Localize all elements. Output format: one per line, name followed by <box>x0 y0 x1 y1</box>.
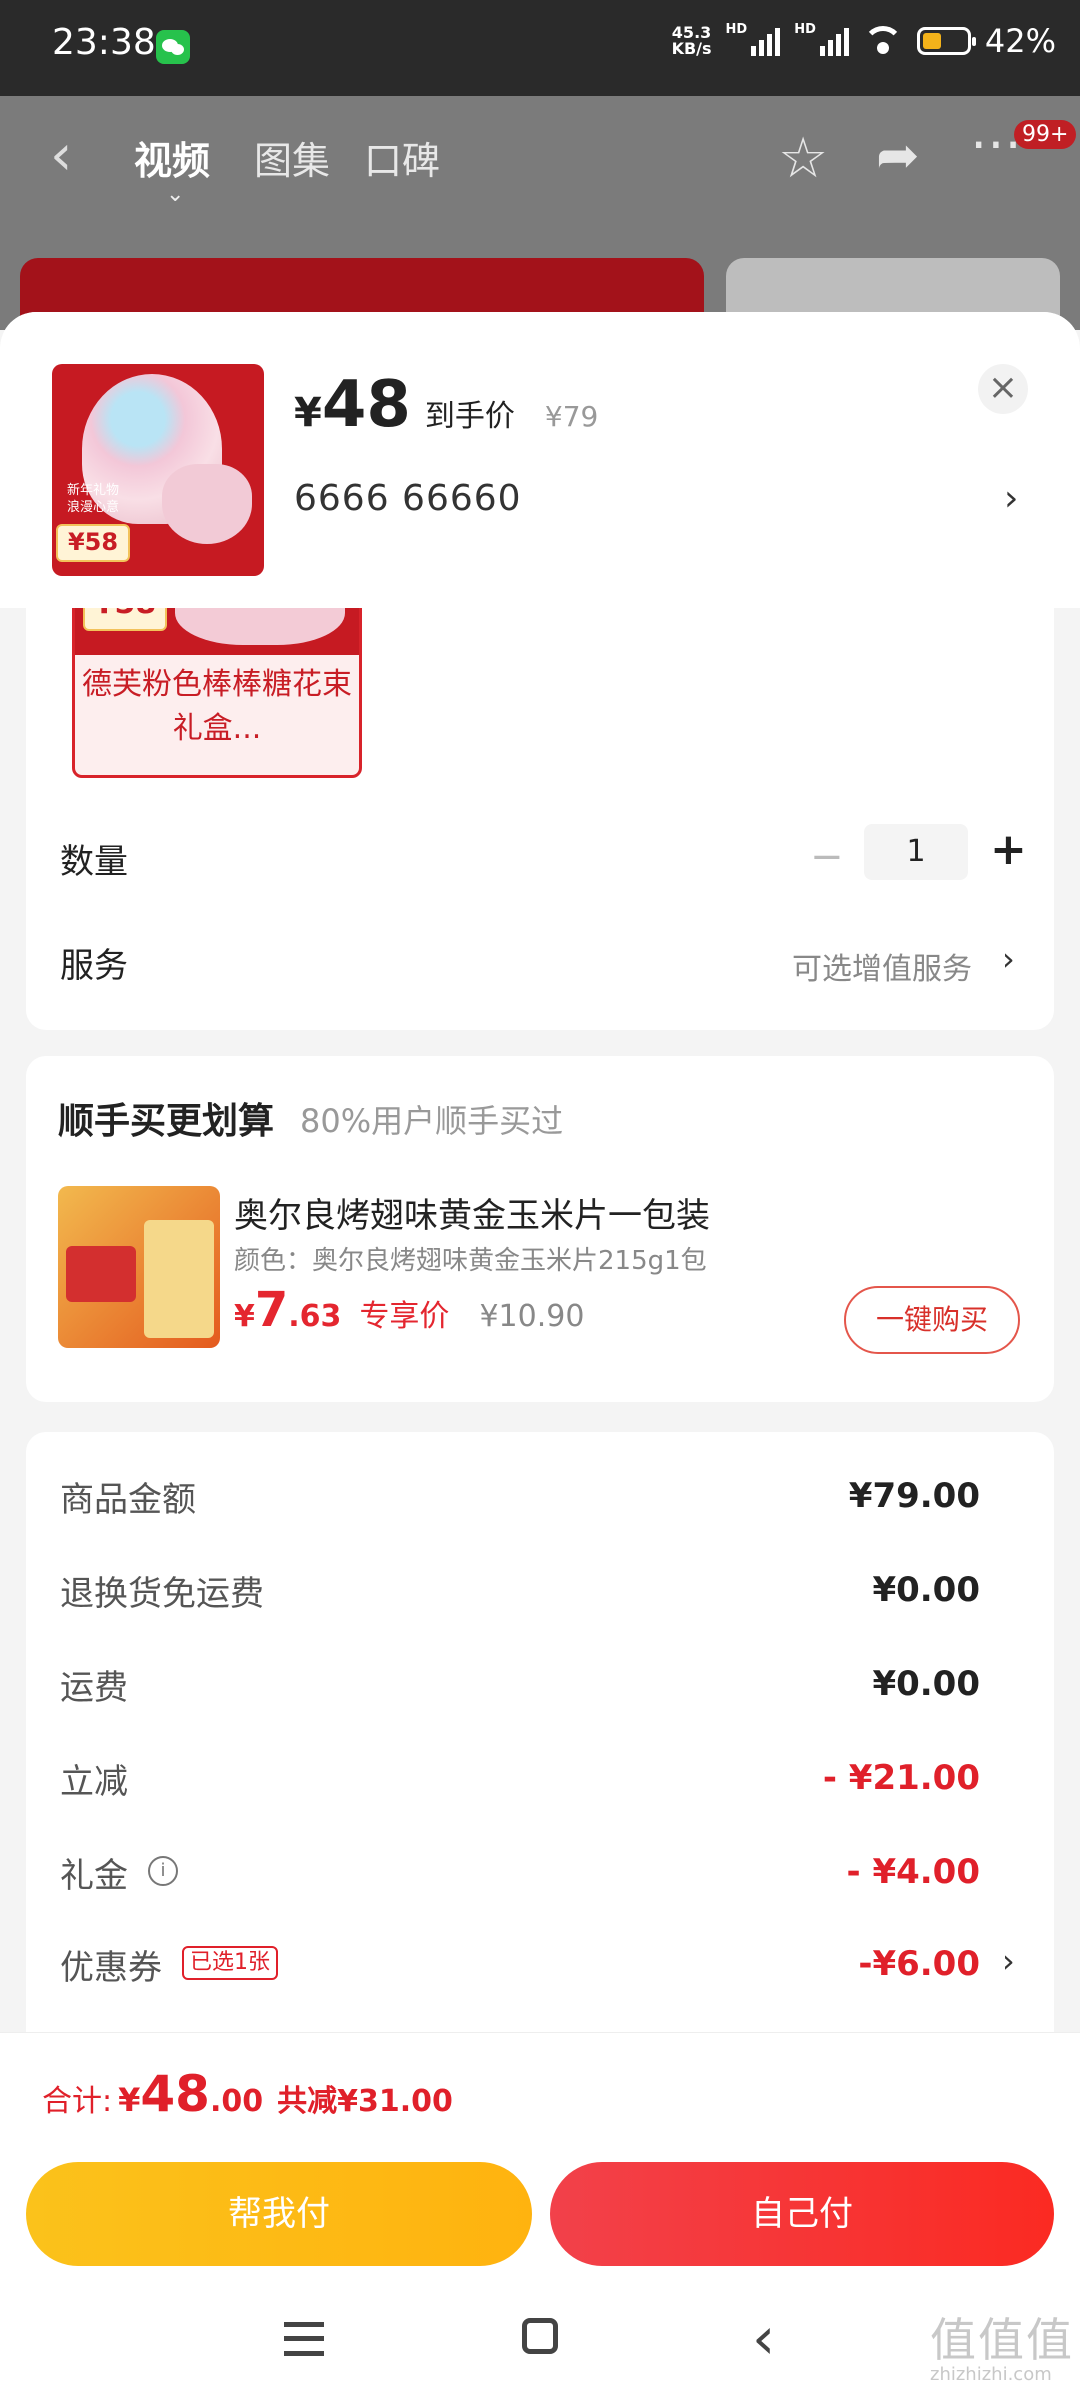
background-app: 23:38 45.3 KB/s HD HD 42% ‹ 视频 ⌄ 图集 口碑 ☆… <box>0 0 1080 348</box>
summary-row-instant-discount: 立减 - ¥21.00 <box>26 1754 1054 1814</box>
summary-value: ¥79.00 <box>848 1476 980 1516</box>
total-currency: ¥ <box>118 2081 141 2119</box>
bundle-price-dec: .63 <box>288 1299 342 1334</box>
bundle-subtitle: 80%用户顺手买过 <box>300 1102 564 1140</box>
summary-row-shipping: 运费 ¥0.00 <box>26 1660 1054 1720</box>
original-price: ¥79 <box>544 400 599 433</box>
battery-percent: 42% <box>984 22 1056 60</box>
summary-label: 优惠券 <box>60 1948 162 1988</box>
net-speed-unit: KB/s <box>671 39 712 58</box>
system-nav-bar: ‹ 值值值 zhizhizhi.com <box>0 2290 1080 2400</box>
final-price: 48 <box>321 368 411 442</box>
hd-label: HD <box>725 22 748 37</box>
signal-icon-2 <box>819 26 849 56</box>
hd-label-2: HD <box>794 22 816 37</box>
quantity-plus-button[interactable]: + <box>990 824 1027 875</box>
quantity-minus-button[interactable]: − <box>810 834 844 880</box>
summary-value: -¥6.00 <box>858 1944 980 1984</box>
service-value[interactable]: 可选增值服务 <box>792 944 972 988</box>
wechat-icon <box>156 30 190 64</box>
bundle-product-color: 颜色：奥尔良烤翅味黄金玉米片215g1包 <box>234 1246 707 1276</box>
summary-row-coupon[interactable]: 优惠券 已选1张 -¥6.00 › <box>26 1940 1054 2000</box>
total-line: 合计: ¥ 48 .00 共减¥31.00 <box>42 2065 453 2123</box>
summary-label: 运费 <box>60 1668 128 1708</box>
service-label: 服务 <box>60 946 128 986</box>
summary-row-gift-money: 礼金 i - ¥4.00 <box>26 1848 1054 1908</box>
summary-row-return-shipping: 退换货免运费 ¥0.00 <box>26 1566 1054 1626</box>
tab-reviews[interactable]: 口碑 <box>364 130 440 185</box>
bundle-price-int: 7 <box>254 1282 289 1338</box>
quantity-input[interactable]: 1 <box>864 824 968 880</box>
thumb-tag: 新年礼物 浪漫心意 <box>66 483 119 515</box>
star-icon[interactable]: ☆ <box>778 126 828 191</box>
total-dec: .00 <box>209 2084 264 2119</box>
wifi-icon <box>862 26 903 56</box>
back-icon[interactable]: ‹ <box>752 2304 775 2372</box>
status-bar: 23:38 45.3 KB/s HD HD 42% <box>0 0 1080 96</box>
battery-fill <box>922 33 941 49</box>
total-saved: 共减¥31.00 <box>277 2084 453 2119</box>
chevron-right-icon[interactable]: › <box>1002 1942 1015 1980</box>
summary-label: 礼金 <box>60 1856 128 1896</box>
variant-name: 德芙粉色棒棒糖花束 礼盒... <box>82 667 352 746</box>
signal-icon <box>751 26 781 56</box>
heart-box-image <box>162 464 252 544</box>
pay-for-me-button[interactable]: 帮我付 <box>26 2162 532 2266</box>
summary-value: - ¥21.00 <box>822 1758 980 1798</box>
menu-icon[interactable] <box>284 2322 324 2356</box>
bundle-product-name[interactable]: 奥尔良烤翅味黄金玉米片一包装 <box>234 1188 710 1237</box>
status-time: 23:38 <box>52 22 156 63</box>
summary-value: ¥0.00 <box>872 1664 980 1704</box>
price-currency: ¥ <box>294 390 322 436</box>
bundle-card: 顺手买更划算 80%用户顺手买过 奥尔良烤翅味黄金玉米片一包装 颜色：奥尔良烤翅… <box>26 1056 1054 1402</box>
action-bar: 帮我付 自己付 <box>0 2150 1080 2290</box>
watermark-url: zhizhizhi.com <box>930 2364 1052 2385</box>
tab-video[interactable]: 视频 <box>134 130 210 185</box>
one-click-buy-button[interactable]: 一键购买 <box>844 1286 1020 1354</box>
home-icon[interactable] <box>522 2318 558 2354</box>
summary-label: 商品金额 <box>60 1480 196 1520</box>
pay-self-button[interactable]: 自己付 <box>550 2162 1054 2266</box>
summary-row-subtotal: 商品金额 ¥79.00 <box>26 1472 1054 1532</box>
price-row: ¥ 48 到手价 ¥79 <box>294 368 598 442</box>
chevron-right-icon[interactable]: › <box>1004 478 1018 519</box>
coupon-badge: 已选1张 <box>182 1946 278 1980</box>
selected-spec[interactable]: 6666 66660 <box>294 478 522 519</box>
back-icon[interactable]: ‹ <box>50 128 72 184</box>
final-price-label: 到手价 <box>424 399 515 434</box>
thumb-price: ¥58 <box>56 524 130 562</box>
quantity-label: 数量 <box>60 842 128 882</box>
info-icon[interactable]: i <box>148 1856 178 1886</box>
close-button[interactable]: × <box>978 364 1028 414</box>
bundle-price-currency: ¥ <box>234 1299 255 1334</box>
bundle-price: ¥ 7 .63 专享价 ¥10.90 <box>234 1282 584 1338</box>
tab-indicator-icon: ⌄ <box>166 182 185 207</box>
options-card: ¥58 德芙粉色棒棒糖花束 礼盒... 数量 − 1 + 服务 可选增值服务 › <box>26 552 1054 1030</box>
product-thumbnail: 新年礼物 浪漫心意 ¥58 <box>52 364 264 576</box>
bundle-price-label: 专享价 <box>359 1299 450 1334</box>
watermark-logo: 值值值 <box>930 2313 1074 2367</box>
bundle-original-price: ¥10.90 <box>479 1299 585 1334</box>
total-bar: 合计: ¥ 48 .00 共减¥31.00 <box>0 2032 1080 2151</box>
bundle-product-image[interactable] <box>58 1186 220 1348</box>
total-label: 合计: <box>42 2084 113 2119</box>
summary-label: 立减 <box>60 1762 128 1802</box>
summary-value: ¥0.00 <box>872 1570 980 1610</box>
top-nav: ‹ 视频 ⌄ 图集 口碑 ☆ ➦ ⋯ 99+ <box>0 96 1080 216</box>
total-int: 48 <box>140 2065 210 2123</box>
close-icon: × <box>987 367 1019 408</box>
chevron-right-icon[interactable]: › <box>1002 940 1015 978</box>
sheet-header: 新年礼物 浪漫心意 ¥58 ¥ 48 到手价 ¥79 × 6666 66660 … <box>0 312 1080 608</box>
bundle-title: 顺手买更划算 <box>58 1101 275 1142</box>
summary-label: 退换货免运费 <box>60 1574 264 1614</box>
share-icon[interactable]: ➦ <box>876 126 920 186</box>
status-indicators: 45.3 KB/s HD HD 42% <box>672 22 1056 60</box>
notification-badge: 99+ <box>1014 120 1077 149</box>
battery-icon <box>916 27 976 55</box>
net-speed: 45.3 KB/s <box>672 25 712 57</box>
tab-gallery[interactable]: 图集 <box>254 130 330 185</box>
summary-value: - ¥4.00 <box>846 1852 981 1892</box>
